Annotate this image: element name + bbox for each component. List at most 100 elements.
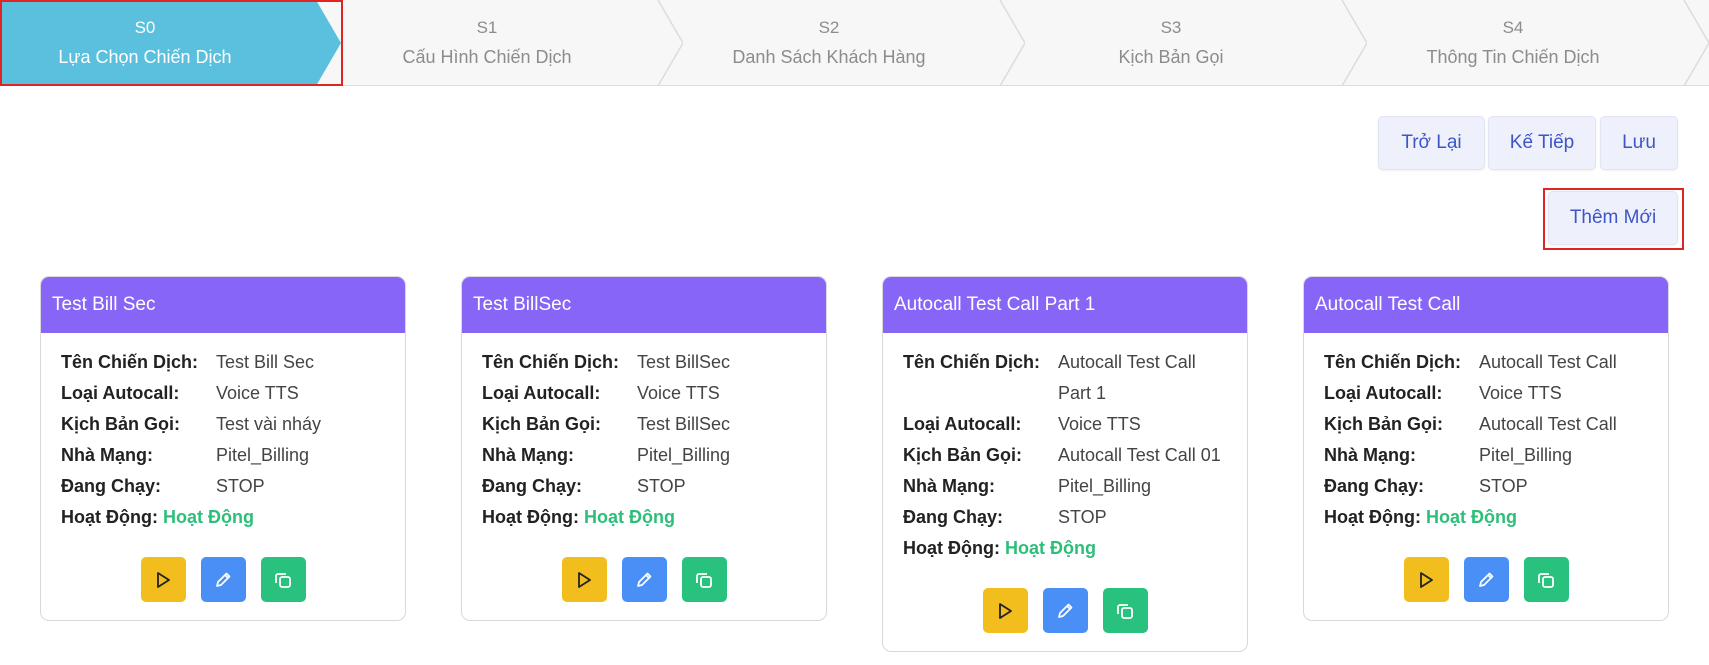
type-label: Loại Autocall: [1324,383,1443,403]
campaign-script-value: Autocall Test Call 01 [1058,445,1221,465]
campaign-name-value: Autocall Test Call Part 1 [1058,352,1196,403]
campaign-carrier-value: Pitel_Billing [1479,445,1573,465]
pencil-icon [1479,572,1494,587]
activity-label: Hoạt Động: [1324,507,1421,527]
pencil-icon [1058,603,1073,618]
copy-campaign-button[interactable] [260,557,306,602]
running-label: Đang Chạy: [482,476,583,496]
play-icon [999,602,1012,619]
campaign-running-value: STOP [1479,476,1528,496]
campaign-card-title: Autocall Test Call Part 1 [883,277,1247,333]
run-campaign-button[interactable] [561,557,607,602]
name-label: Tên Chiến Dịch: [61,352,199,372]
run-campaign-button[interactable] [982,588,1028,633]
pencil-icon [216,572,231,587]
campaign-type-value: Voice TTS [1479,383,1562,403]
run-campaign-button[interactable] [140,557,186,602]
campaign-card: Test Bill Sec Tên Chiến Dịch: Test Bill S… [40,276,406,621]
campaign-card: Autocall Test Call Tên Chiến Dịch: Autoca… [1303,276,1669,621]
name-label: Tên Chiến Dịch: [482,352,620,372]
edit-campaign-button[interactable] [621,557,667,602]
step-s3-code: S3 [1160,18,1182,37]
script-label: Kịch Bản Gọi: [903,445,1023,465]
activity-label: Hoạt Động: [903,538,1000,558]
step-s2-code: S2 [818,18,840,37]
step-s0-label: Lựa Chọn Chiến Dịch [58,47,232,67]
campaign-carrier-value: Pitel_Billing [637,445,731,465]
campaign-script-value: Test vài nháy [216,414,322,434]
campaign-card-title: Autocall Test Call [1304,277,1668,333]
campaign-card: Test BillSec Tên Chiến Dịch: Test BillSec… [461,276,827,621]
campaign-card-title: Test BillSec [462,277,826,333]
play-icon [157,571,170,588]
type-label: Loại Autocall: [61,383,180,403]
step-s1[interactable]: S1 Cấu Hình Chiến Dịch [316,0,683,86]
carrier-label: Nhà Mạng: [61,445,153,465]
copy-campaign-button[interactable] [1523,557,1569,602]
script-label: Kịch Bản Gọi: [482,414,602,434]
script-label: Kịch Bản Gọi: [61,414,181,434]
step-s0-code: S0 [134,18,156,37]
campaign-name-value: Autocall Test Call [1479,352,1617,372]
campaign-carrier-value: Pitel_Billing [216,445,310,465]
campaign-carrier-value: Pitel_Billing [1058,476,1152,496]
step-s3-label: Kịch Bản Gọi [1118,47,1224,67]
name-label: Tên Chiến Dịch: [1324,352,1462,372]
step-s4[interactable]: S4 Thông Tin Chiến Dịch [1342,0,1709,86]
play-icon [578,571,591,588]
save-button[interactable]: Lưu [1600,116,1678,170]
carrier-label: Nhà Mạng: [482,445,574,465]
campaign-running-value: STOP [637,476,686,496]
step-s4-label: Thông Tin Chiến Dịch [1426,47,1600,67]
copy-icon [696,572,712,588]
edit-campaign-button[interactable] [1042,588,1088,633]
next-button[interactable]: Kế Tiếp [1488,116,1596,170]
activity-status: Hoạt Động [584,507,675,527]
activity-status: Hoạt Động [163,507,254,527]
play-icon [1420,571,1433,588]
campaign-running-value: STOP [216,476,265,496]
activity-status: Hoạt Động [1426,507,1517,527]
type-label: Loại Autocall: [903,414,1022,434]
step-s2-label: Danh Sách Khách Hàng [732,47,926,67]
type-label: Loại Autocall: [482,383,601,403]
step-s0[interactable]: S0 Lựa Chọn Chiến Dịch [0,0,341,86]
edit-campaign-button[interactable] [200,557,246,602]
step-s1-label: Cấu Hình Chiến Dịch [402,47,572,67]
campaign-running-value: STOP [1058,507,1107,527]
campaign-type-value: Voice TTS [637,383,720,403]
carrier-label: Nhà Mạng: [903,476,995,496]
copy-campaign-button[interactable] [681,557,727,602]
campaign-script-value: Autocall Test Call [1479,414,1617,434]
back-button[interactable]: Trở Lại [1378,116,1485,170]
activity-label: Hoạt Động: [61,507,158,527]
campaign-type-value: Voice TTS [216,383,299,403]
step-s2[interactable]: S2 Danh Sách Khách Hàng [658,0,1025,86]
activity-status: Hoạt Động [1005,538,1096,558]
copy-icon [1538,572,1554,588]
add-new-button[interactable]: Thêm Mới [1548,191,1678,245]
copy-icon [275,572,291,588]
script-label: Kịch Bản Gọi: [1324,414,1444,434]
step-s3[interactable]: S3 Kịch Bản Gọi [1000,0,1367,86]
campaign-card: Autocall Test Call Part 1 Tên Chiến Dịch… [882,276,1248,652]
step-s4-code: S4 [1502,18,1524,37]
campaign-script-value: Test BillSec [637,414,731,434]
copy-campaign-button[interactable] [1102,588,1148,633]
running-label: Đang Chạy: [1324,476,1425,496]
run-campaign-button[interactable] [1403,557,1449,602]
running-label: Đang Chạy: [61,476,162,496]
pencil-icon [637,572,652,587]
campaign-name-value: Test BillSec [637,352,731,372]
campaign-name-value: Test Bill Sec [216,352,315,372]
carrier-label: Nhà Mạng: [1324,445,1416,465]
campaign-card-title: Test Bill Sec [41,277,405,333]
campaign-type-value: Voice TTS [1058,414,1141,434]
running-label: Đang Chạy: [903,507,1004,527]
step-s1-code: S1 [476,18,498,37]
name-label: Tên Chiến Dịch: [903,352,1041,372]
campaign-stepper: S0 Lựa Chọn Chiến Dịch S1 Cấu Hình Chiến… [0,0,1709,86]
edit-campaign-button[interactable] [1463,557,1509,602]
activity-label: Hoạt Động: [482,507,579,527]
copy-icon [1117,603,1133,619]
